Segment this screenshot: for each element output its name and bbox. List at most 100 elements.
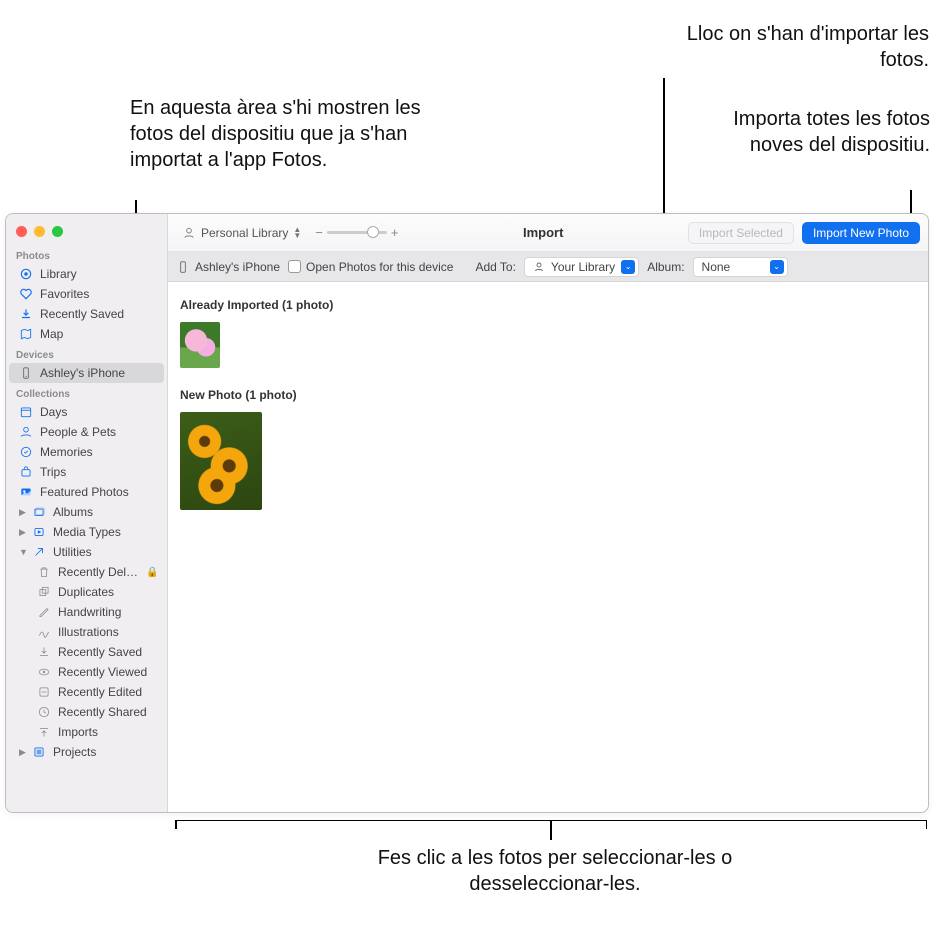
sidebar-item-library[interactable]: Library (9, 264, 164, 284)
photos-icon (19, 267, 33, 281)
sidebar-item-label: Recently Viewed (58, 665, 156, 679)
window-controls (6, 220, 167, 245)
sidebar-item-recently-saved-u[interactable]: Recently Saved (9, 642, 164, 662)
library-popup-label: Personal Library (201, 226, 288, 240)
device-label: Ashley's iPhone (176, 260, 280, 274)
sidebar-item-media-types[interactable]: ▶ Media Types (9, 522, 164, 542)
chevron-right-icon[interactable]: ▶ (19, 747, 29, 758)
download-icon (37, 645, 51, 659)
section-new-photo: New Photo (1 photo) (180, 388, 916, 402)
callout-destination: Lloc on s'han d'importar les fotos. (659, 21, 929, 73)
sidebar-item-handwriting[interactable]: Handwriting (9, 602, 164, 622)
sidebar-item-duplicates[interactable]: Duplicates (9, 582, 164, 602)
album-popup[interactable]: None ⌄ (693, 257, 788, 277)
sidebar-item-label: Map (40, 327, 156, 341)
import-icon (37, 725, 51, 739)
slider-track[interactable] (327, 231, 387, 234)
chevrons-icon: ⌄ (621, 260, 635, 274)
sidebar-item-illustrations[interactable]: Illustrations (9, 622, 164, 642)
download-icon (19, 307, 33, 321)
callout-line (550, 820, 552, 840)
projects-icon (32, 745, 46, 759)
close-button[interactable] (16, 226, 27, 237)
minimize-button[interactable] (34, 226, 45, 237)
app-window: Photos Library Favorites Recently Saved … (5, 213, 929, 813)
people-icon (19, 425, 33, 439)
add-to-label: Add To: (475, 260, 515, 274)
thumb-row-new (180, 412, 916, 510)
section-already-imported: Already Imported (1 photo) (180, 298, 916, 312)
thumb-row-already (180, 322, 916, 368)
callout-imported-area: En aquesta àrea s'hi mostren les fotos d… (130, 95, 430, 173)
main-area: Personal Library ▲▼ − + Import Import Se… (168, 214, 928, 812)
photo-thumbnail[interactable] (180, 412, 262, 510)
sidebar-item-recently-saved[interactable]: Recently Saved (9, 304, 164, 324)
sidebar-item-label: Ashley's iPhone (40, 366, 156, 380)
sidebar-item-trips[interactable]: Trips (9, 462, 164, 482)
slider-thumb[interactable] (367, 226, 379, 238)
album-value: None (702, 260, 764, 274)
sidebar-item-favorites[interactable]: Favorites (9, 284, 164, 304)
import-content: Already Imported (1 photo) New Photo (1 … (168, 282, 928, 812)
sidebar-item-memories[interactable]: Memories (9, 442, 164, 462)
map-icon (19, 327, 33, 341)
album-label: Album: (647, 260, 684, 274)
sidebar-item-label: Recently Deleted (58, 565, 139, 579)
sidebar-item-label: Memories (40, 445, 156, 459)
plus-icon: + (391, 225, 399, 240)
sidebar-item-featured-photos[interactable]: Featured Photos (9, 482, 164, 502)
sidebar-item-label: Utilities (53, 545, 156, 559)
sidebar-item-utilities[interactable]: ▼ Utilities (9, 542, 164, 562)
tools-icon (32, 545, 46, 559)
chevron-right-icon[interactable]: ▶ (19, 527, 29, 538)
sidebar-item-label: Duplicates (58, 585, 156, 599)
sidebar-item-map[interactable]: Map (9, 324, 164, 344)
person-icon (182, 226, 196, 240)
sidebar-item-days[interactable]: Days (9, 402, 164, 422)
add-to-popup[interactable]: Your Library ⌄ (524, 257, 639, 277)
sidebar-item-label: Projects (53, 745, 156, 759)
import-options-bar: Ashley's iPhone Open Photos for this dev… (168, 252, 928, 282)
phone-icon (176, 260, 190, 274)
memories-icon (19, 445, 33, 459)
sidebar-section-collections: Collections (6, 383, 167, 402)
sidebar-item-recently-edited[interactable]: Recently Edited (9, 682, 164, 702)
sidebar-item-albums[interactable]: ▶ Albums (9, 502, 164, 522)
featured-icon (19, 485, 33, 499)
sidebar-item-label: Library (40, 267, 156, 281)
chevron-down-icon[interactable]: ▼ (19, 547, 29, 557)
sidebar-item-device-iphone[interactable]: Ashley's iPhone (9, 363, 164, 383)
chevrons-icon: ▲▼ (293, 227, 301, 238)
lock-icon: 🔒 (146, 567, 156, 578)
suitcase-icon (19, 465, 33, 479)
sidebar-item-people-pets[interactable]: People & Pets (9, 422, 164, 442)
photo-thumbnail[interactable] (180, 322, 220, 368)
sidebar-item-label: Trips (40, 465, 156, 479)
chevron-right-icon[interactable]: ▶ (19, 507, 29, 518)
device-name: Ashley's iPhone (195, 260, 280, 274)
checkbox-box[interactable] (288, 260, 301, 273)
person-icon (533, 261, 545, 273)
sidebar-item-recently-shared[interactable]: Recently Shared (9, 702, 164, 722)
sidebar-item-label: Days (40, 405, 156, 419)
checkbox-label: Open Photos for this device (306, 260, 453, 274)
sidebar-item-recently-viewed[interactable]: Recently Viewed (9, 662, 164, 682)
sidebar-item-label: Recently Saved (40, 307, 156, 321)
import-selected-button[interactable]: Import Selected (688, 222, 794, 244)
zoom-slider[interactable]: − + (315, 225, 398, 240)
sidebar-item-recently-deleted[interactable]: Recently Deleted 🔒 (9, 562, 164, 582)
open-photos-checkbox[interactable]: Open Photos for this device (288, 260, 453, 274)
sidebar-section-devices: Devices (6, 344, 167, 363)
sidebar-section-photos: Photos (6, 245, 167, 264)
edit-icon (37, 685, 51, 699)
zoom-button[interactable] (52, 226, 63, 237)
sidebar-item-imports[interactable]: Imports (9, 722, 164, 742)
import-new-button[interactable]: Import New Photo (802, 222, 920, 244)
sidebar-item-label: Albums (53, 505, 156, 519)
phone-icon (19, 366, 33, 380)
sidebar-item-projects[interactable]: ▶ Projects (9, 742, 164, 762)
library-popup[interactable]: Personal Library ▲▼ (176, 224, 307, 242)
share-icon (37, 705, 51, 719)
minus-icon: − (315, 225, 323, 240)
sidebar-item-label: Recently Shared (58, 705, 156, 719)
